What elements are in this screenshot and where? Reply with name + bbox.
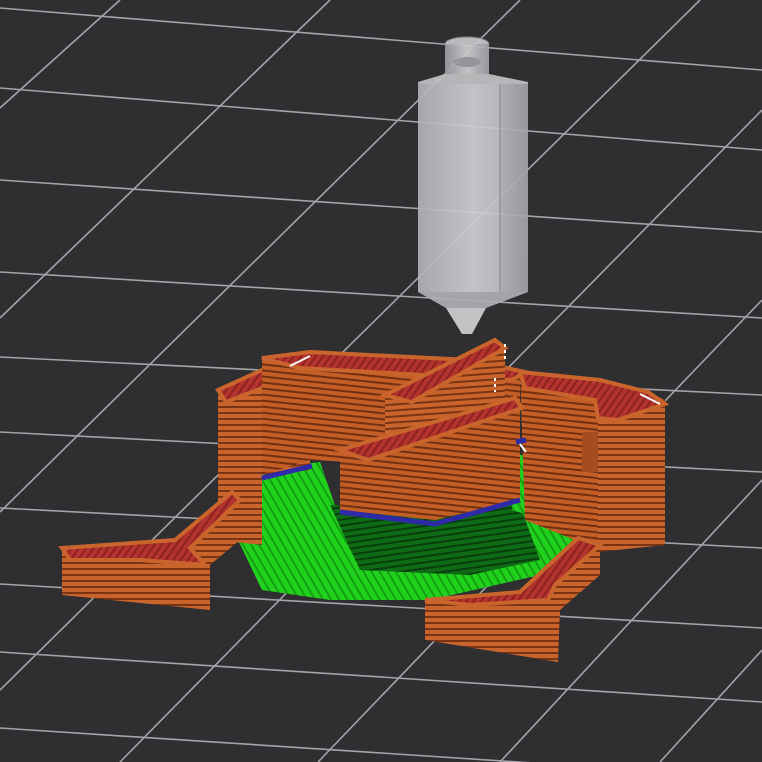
right-wall-perimeter bbox=[517, 369, 670, 552]
preview-3d-scene[interactable] bbox=[0, 0, 762, 762]
gcode-preview-viewport[interactable] bbox=[0, 0, 762, 762]
extruder-nozzle-icon bbox=[418, 36, 528, 334]
front-left-arm bbox=[58, 489, 243, 610]
